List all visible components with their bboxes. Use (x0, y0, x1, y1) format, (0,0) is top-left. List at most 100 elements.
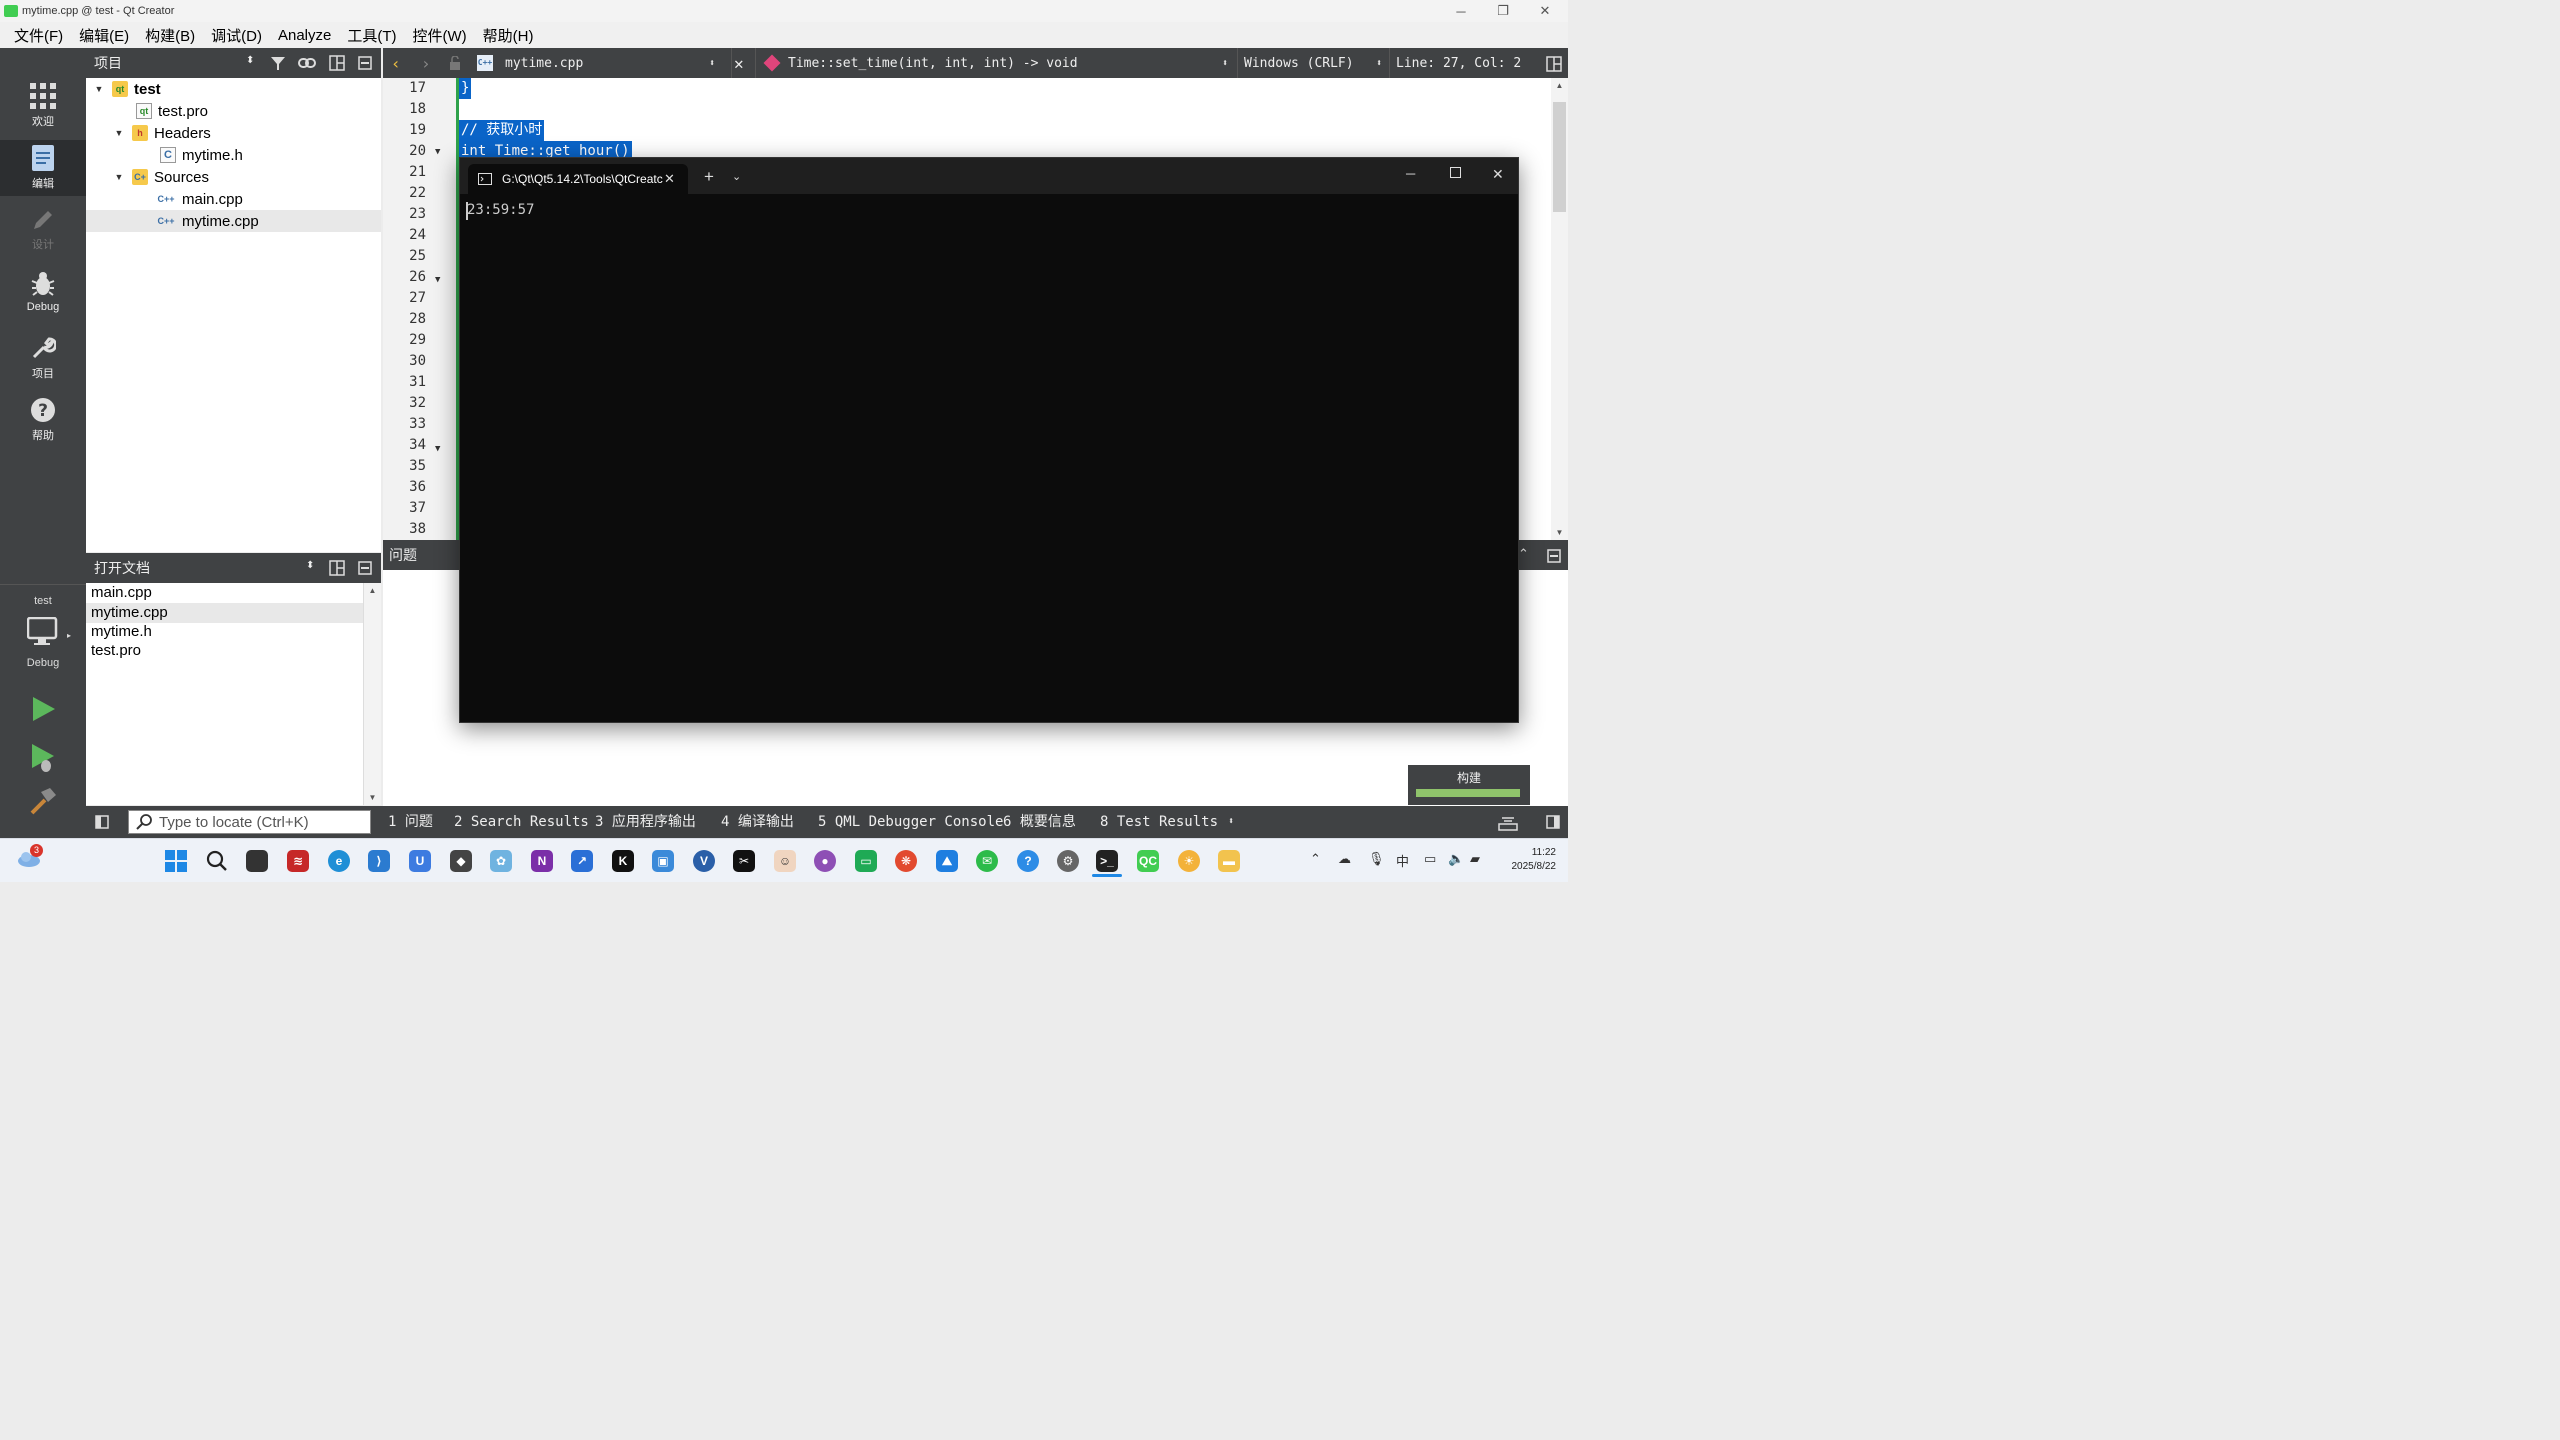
file-explorer-icon[interactable]: ▬ (1218, 850, 1240, 872)
restore-button[interactable]: ❐ (1482, 0, 1524, 22)
terminal-maximize-button[interactable] (1450, 167, 1461, 178)
task-view-icon[interactable] (246, 850, 268, 872)
weather-widget[interactable]: 3 (16, 844, 44, 870)
pane-tab-general-messages[interactable]: 6 概要信息 (1003, 806, 1076, 838)
app-icon-weather[interactable]: ☀ (1178, 850, 1200, 872)
menu-widgets[interactable]: 控件(W) (405, 25, 475, 46)
current-file-selector[interactable]: C++ mytime.cpp (477, 48, 583, 78)
toggle-sidebar-icon[interactable] (95, 815, 109, 829)
terminal-window[interactable]: G:\Qt\Qt5.14.2\Tools\QtCreatc ✕ + ⌄ ─ ✕ … (459, 157, 1519, 723)
scroll-up-icon[interactable]: ▲ (364, 586, 381, 595)
tree-item-headers[interactable]: ▼ h Headers (86, 122, 381, 144)
tree-item-test-pro[interactable]: qt test.pro (86, 100, 381, 122)
debug-run-button[interactable] (28, 742, 58, 774)
tray-display-icon[interactable]: ▭ (1424, 851, 1436, 867)
menu-build[interactable]: 构建(B) (137, 25, 203, 46)
edge-icon[interactable]: e (328, 850, 350, 872)
collapse-icon[interactable]: ▼ (114, 128, 124, 138)
app-icon-avatar[interactable]: ☺ (774, 850, 796, 872)
terminal-taskbar-icon[interactable]: >_ (1096, 850, 1118, 872)
mode-design[interactable]: 设计 (0, 202, 86, 258)
back-icon[interactable]: ‹ (391, 48, 401, 78)
tree-item-test[interactable]: ▼ qt test (86, 78, 381, 100)
pane-tab-test-results[interactable]: 8 Test Results (1100, 806, 1218, 838)
terminal-minimize-button[interactable]: ─ (1406, 166, 1415, 181)
wechat-icon[interactable]: ✉ (976, 850, 998, 872)
build-button[interactable] (28, 786, 58, 816)
mode-help[interactable]: ? 帮助 (0, 392, 86, 448)
app-icon-k[interactable]: K (612, 850, 634, 872)
app-icon-photos[interactable]: ⛰ (936, 850, 958, 872)
fold-marker-icon[interactable]: ▼ (435, 275, 440, 285)
new-tab-icon[interactable]: + (704, 167, 714, 187)
toggle-right-sidebar-icon[interactable] (1546, 815, 1560, 829)
tab-dropdown-icon[interactable]: ⌄ (732, 170, 741, 183)
terminal-close-button[interactable]: ✕ (1492, 166, 1504, 183)
line-ending-selector[interactable]: Windows (CRLF) (1237, 48, 1354, 78)
tray-network-icon[interactable]: ☁ (1338, 851, 1351, 867)
split-icon[interactable] (329, 55, 345, 71)
tray-overflow-icon[interactable]: ⌃ (1310, 851, 1321, 867)
tree-item-sources[interactable]: ▼ C+ Sources (86, 166, 381, 188)
settings-icon[interactable]: ⚙ (1057, 850, 1079, 872)
scroll-up-icon[interactable]: ▲ (1551, 81, 1568, 90)
maximize-pane-icon[interactable]: ⌃ (1518, 546, 1529, 562)
scroll-down-icon[interactable]: ▼ (1551, 528, 1568, 537)
pane-tab-issues[interactable]: 1 问题 (388, 806, 433, 838)
onenote-icon[interactable]: N (531, 850, 553, 872)
menu-tools[interactable]: 工具(T) (339, 25, 404, 46)
close-pane-icon[interactable] (1547, 549, 1561, 563)
fold-marker-icon[interactable]: ▼ (435, 147, 440, 157)
capcut-icon[interactable]: ✂ (733, 850, 755, 872)
app-icon-color-wheel[interactable]: ❋ (895, 850, 917, 872)
app-icon-gear-cluster[interactable]: ✿ (490, 850, 512, 872)
pane-tab-app-output[interactable]: 3 应用程序输出 (595, 806, 696, 838)
vscode-icon[interactable]: ⟩ (368, 850, 390, 872)
app-icon-u[interactable]: U (409, 850, 431, 872)
menu-analyze[interactable]: Analyze (270, 27, 339, 44)
open-docs-scrollbar[interactable]: ▲ ▼ (363, 583, 381, 805)
tray-clock[interactable]: 11:22 2025/8/22 (1496, 846, 1557, 874)
view-selector-icon[interactable]: ⬍ (246, 55, 254, 66)
start-icon[interactable] (165, 850, 187, 872)
split-editor-icon[interactable] (1546, 56, 1562, 72)
pane-tab-search-results[interactable]: 2 Search Results (454, 806, 589, 838)
progress-details-icon[interactable] (1498, 815, 1518, 831)
close-panel-icon[interactable] (358, 561, 372, 575)
qt-creator-taskbar-icon[interactable]: QC (1137, 850, 1159, 872)
editor-scrollbar[interactable]: ▲ ▼ (1551, 78, 1568, 540)
view-selector-icon[interactable]: ⬍ (306, 560, 314, 571)
run-button[interactable] (28, 694, 58, 724)
forward-icon[interactable]: › (421, 48, 431, 78)
tray-volume-icon[interactable]: 🔈 (1448, 851, 1464, 867)
minimize-button[interactable]: ─ (1440, 0, 1482, 22)
open-doc-item[interactable]: mytime.h (91, 622, 361, 642)
app-icon-cube[interactable]: ◆ (450, 850, 472, 872)
filter-icon[interactable] (270, 55, 286, 71)
open-doc-item[interactable]: main.cpp (91, 583, 361, 603)
symbol-selector[interactable]: Time::set_time(int, int, int) -> void (755, 48, 1078, 78)
split-icon[interactable] (329, 560, 345, 576)
cursor-position[interactable]: Line: 27, Col: 2 (1389, 48, 1521, 78)
symbol-dropdown-icon[interactable]: ⬍ (1222, 48, 1228, 78)
kit-selector[interactable]: test ▸ Debug (0, 584, 86, 684)
menu-file[interactable]: 文件(F) (6, 25, 71, 46)
link-icon[interactable] (298, 56, 316, 70)
pane-tab-qml-console[interactable]: 5 QML Debugger Console (818, 806, 1003, 838)
fold-marker-icon[interactable]: ▼ (435, 444, 440, 454)
menu-debug[interactable]: 调试(D) (203, 25, 270, 46)
mode-edit[interactable]: 编辑 (0, 140, 86, 196)
app-icon-screen[interactable]: ▣ (652, 850, 674, 872)
mode-projects[interactable]: 项目 (0, 330, 86, 386)
open-doc-item[interactable]: test.pro (91, 641, 361, 661)
app-icon-rss[interactable]: ≋ (287, 850, 309, 872)
tray-battery-icon[interactable]: ▰ (1470, 851, 1480, 867)
file-dropdown-icon[interactable]: ⬍ (709, 48, 715, 78)
menu-help[interactable]: 帮助(H) (475, 25, 542, 46)
pane-tabs-more-icon[interactable]: ⬍ (1228, 806, 1234, 838)
tray-ime-indicator[interactable]: 中 (1396, 851, 1409, 870)
close-tab-icon[interactable]: ✕ (664, 171, 675, 187)
tray-microphone-icon[interactable]: 🎙 (1368, 851, 1385, 867)
collapse-icon[interactable]: ▼ (114, 172, 124, 182)
tree-item-mytime-cpp[interactable]: C++ mytime.cpp (86, 210, 381, 232)
